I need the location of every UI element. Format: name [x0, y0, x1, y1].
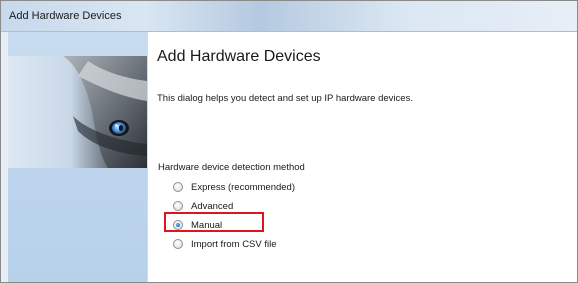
wizard-main-panel: Add Hardware Devices This dialog helps y…	[148, 32, 577, 282]
radio-button-advanced[interactable]	[173, 201, 183, 211]
page-heading: Add Hardware Devices	[157, 48, 321, 65]
manual-option-highlight-box	[164, 212, 264, 232]
title-bar[interactable]: Add Hardware Devices	[1, 1, 577, 32]
add-hardware-devices-dialog: Add Hardware Devices Add Hardware Device…	[0, 0, 578, 283]
wizard-side-panel	[8, 32, 148, 282]
radio-button-import-csv[interactable]	[173, 239, 183, 249]
window-title: Add Hardware Devices	[9, 10, 122, 22]
radio-label-import-csv: Import from CSV file	[191, 238, 277, 250]
page-description: This dialog helps you detect and set up …	[157, 93, 413, 104]
radio-option-import-csv[interactable]: Import from CSV file	[173, 236, 277, 252]
detection-method-label: Hardware device detection method	[158, 162, 305, 173]
radio-button-express[interactable]	[173, 182, 183, 192]
radio-option-express[interactable]: Express (recommended)	[173, 179, 295, 195]
wolf-eye-banner-image	[8, 56, 147, 168]
radio-label-express: Express (recommended)	[191, 181, 296, 193]
radio-label-advanced: Advanced	[191, 200, 234, 212]
